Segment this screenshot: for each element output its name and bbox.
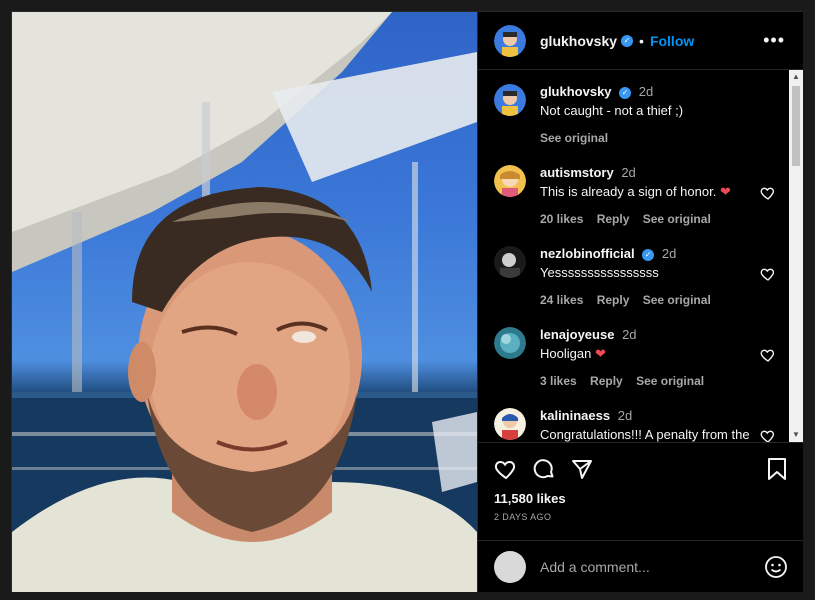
more-options-icon[interactable]: •••	[763, 30, 785, 51]
selfie-image	[12, 12, 477, 592]
post-date: 2 DAYS AGO	[494, 512, 552, 522]
post-modal: glukhovsky ✓ • Follow ••• glukhovsky ✓ 2…	[11, 11, 804, 592]
see-original-link[interactable]: See original	[540, 131, 608, 145]
list-item: nezlobinofficial ✓ 2d Yessssssssssssssss…	[478, 236, 804, 317]
comment-bubble-icon[interactable]	[532, 457, 556, 481]
share-send-icon[interactable]	[570, 457, 594, 481]
comment-composer	[478, 540, 804, 592]
commenter-username[interactable]: kalininaess	[540, 408, 610, 423]
follow-button[interactable]: Follow	[650, 33, 694, 49]
comment-text: Hooligan	[540, 346, 592, 361]
comment-time[interactable]: 2d	[662, 246, 676, 261]
my-avatar	[494, 550, 526, 583]
comment-time[interactable]: 2d	[639, 84, 653, 99]
commenter-avatar[interactable]	[494, 327, 526, 359]
verified-badge-icon: ✓	[642, 248, 655, 261]
author-avatar[interactable]	[494, 24, 526, 57]
post-actions: 11,580 likes 2 DAYS AGO	[478, 442, 804, 592]
scrollbar-thumb[interactable]	[792, 86, 800, 166]
save-bookmark-icon[interactable]	[766, 457, 788, 481]
comment-likes[interactable]: 3 likes	[540, 374, 577, 388]
like-comment-heart-icon[interactable]	[760, 185, 776, 201]
likes-count[interactable]: 11,580 likes	[478, 481, 804, 506]
commenter-username[interactable]: glukhovsky	[540, 84, 612, 99]
comment-time[interactable]: 2d	[621, 165, 635, 180]
commenter-username[interactable]: lenajoyeuse	[540, 327, 614, 342]
list-item: autismstory 2d This is already a sign of…	[478, 155, 804, 236]
list-item: glukhovsky ✓ 2d Not caught - not a thief…	[478, 74, 804, 155]
verified-badge-icon: ✓	[621, 34, 634, 47]
see-original-link[interactable]: See original	[643, 293, 711, 307]
comment-time[interactable]: 2d	[618, 408, 632, 423]
commenter-avatar[interactable]	[494, 84, 526, 116]
comment-text: This is already a sign of honor.	[540, 184, 717, 199]
comment-input[interactable]	[540, 558, 760, 575]
like-comment-heart-icon[interactable]	[760, 266, 776, 282]
post-photo[interactable]	[12, 12, 477, 592]
separator-dot: •	[639, 32, 644, 49]
comment-likes[interactable]: 24 likes	[540, 293, 583, 307]
like-comment-heart-icon[interactable]	[760, 428, 776, 442]
reply-button[interactable]: Reply	[597, 212, 630, 226]
list-item: kalininaess 2d Congratulations!!! A pena…	[478, 398, 804, 442]
comments-list[interactable]: glukhovsky ✓ 2d Not caught - not a thief…	[478, 70, 804, 442]
verified-badge-icon: ✓	[619, 86, 632, 99]
red-heart-emoji-icon: ❤	[719, 184, 731, 199]
comment-text: Congratulations!!! A penalty from the Ru…	[540, 427, 750, 442]
author-username[interactable]: glukhovsky	[540, 33, 617, 49]
red-heart-emoji-icon: ❤	[594, 346, 606, 361]
commenter-avatar[interactable]	[494, 246, 526, 278]
comment-text: Yessssssssssssssss	[540, 265, 659, 280]
reply-button[interactable]: Reply	[597, 293, 630, 307]
comment-time[interactable]: 2d	[622, 327, 636, 342]
commenter-username[interactable]: autismstory	[540, 165, 614, 180]
see-original-link[interactable]: See original	[636, 374, 704, 388]
commenter-avatar[interactable]	[494, 165, 526, 197]
like-comment-heart-icon[interactable]	[760, 347, 776, 363]
scroll-up-icon[interactable]: ▲	[789, 70, 803, 84]
list-item: lenajoyeuse 2d Hooligan ❤ 3 likes Reply …	[478, 317, 804, 398]
like-heart-icon[interactable]	[494, 457, 518, 481]
scroll-down-icon[interactable]: ▼	[789, 428, 803, 442]
commenter-username[interactable]: nezlobinofficial	[540, 246, 635, 261]
comment-likes[interactable]: 20 likes	[540, 212, 583, 226]
post-sidebar: glukhovsky ✓ • Follow ••• glukhovsky ✓ 2…	[477, 12, 804, 592]
post-header: glukhovsky ✓ • Follow •••	[478, 12, 803, 70]
comment-text: Not caught - not a thief ;)	[540, 103, 684, 118]
reply-button[interactable]: Reply	[590, 374, 623, 388]
see-original-link[interactable]: See original	[643, 212, 711, 226]
emoji-smiley-icon[interactable]	[764, 555, 788, 579]
commenter-avatar[interactable]	[494, 408, 526, 440]
comments-scrollbar[interactable]: ▲ ▼	[789, 70, 803, 442]
